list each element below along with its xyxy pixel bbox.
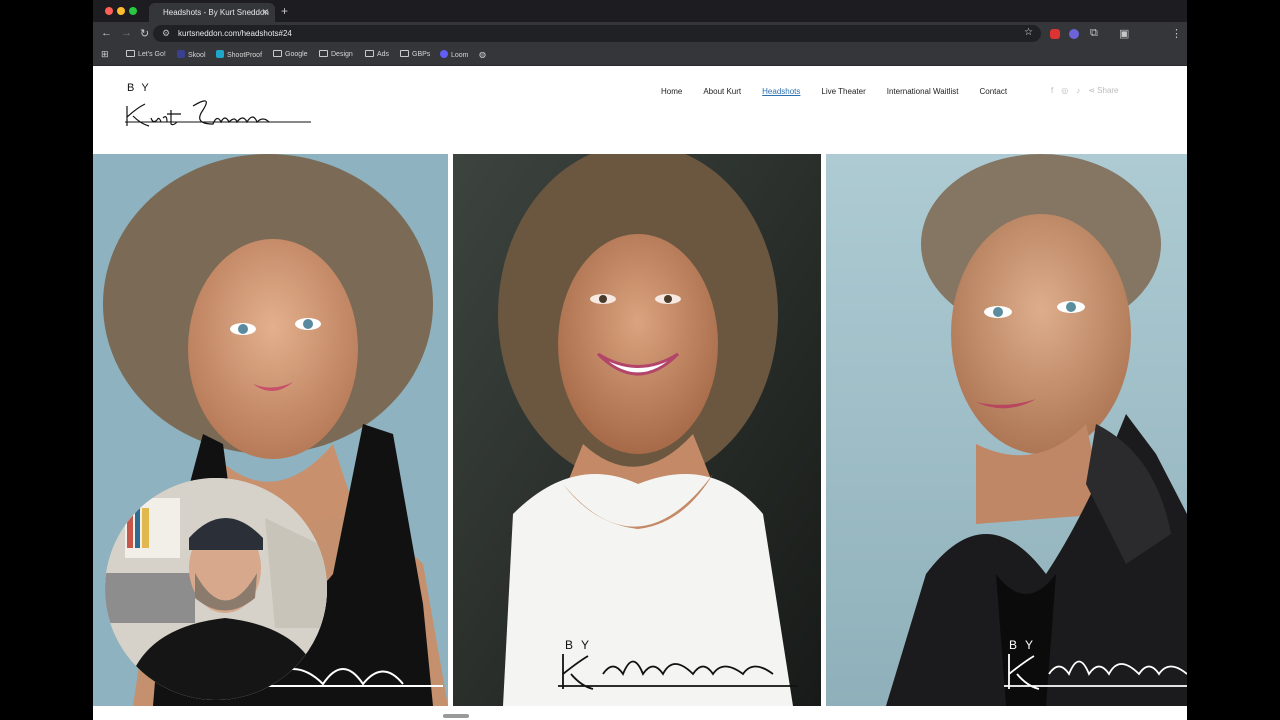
arrow-right-icon[interactable]: → — [121, 27, 132, 39]
zoom-window-button[interactable] — [129, 7, 137, 15]
signature-logo[interactable] — [123, 84, 318, 132]
bookmark-item[interactable]: Ads — [365, 50, 389, 58]
bookmarks-bar: ⊞ Let's Go! Skool ShootProof Google Desi… — [93, 45, 1187, 66]
folder-icon — [319, 50, 328, 57]
headshot-photo-1[interactable] — [93, 154, 448, 706]
tab-bar: Headshots - By Kurt Sneddon ✕ + — [93, 0, 1187, 22]
reload-icon[interactable]: ↻ — [140, 27, 149, 40]
webcam-overlay — [105, 478, 327, 700]
extension-icon[interactable] — [1050, 29, 1060, 39]
share-icon: ⋖ — [1088, 86, 1098, 95]
headshot-image: BY — [453, 154, 821, 706]
bookmark-item[interactable]: Let's Go! — [126, 50, 166, 58]
address-bar[interactable]: ⚙ kurtsneddon.com/headshots#24 ☆ — [153, 25, 1041, 42]
instagram-icon[interactable]: ◎ — [1061, 86, 1068, 95]
extension-icon[interactable] — [1069, 29, 1079, 39]
nav-home[interactable]: Home — [661, 87, 682, 96]
bookmark-item[interactable]: Design — [319, 50, 353, 58]
tab-headshots[interactable]: Headshots - By Kurt Sneddon ✕ — [149, 3, 275, 22]
loom-icon — [440, 50, 448, 58]
page-bottom — [93, 706, 1187, 720]
main-nav: Home About Kurt Headshots Live Theater I… — [661, 87, 1007, 96]
bookmark-item[interactable]: Skool — [177, 50, 206, 59]
puzzle-icon[interactable]: ⧉ — [1090, 27, 1098, 40]
social-links: f ◎ ♪ ⋖ Share — [1051, 86, 1119, 95]
nav-contact[interactable]: Contact — [979, 87, 1007, 96]
horizontal-scrollbar[interactable] — [443, 714, 469, 718]
headshot-image: BY — [826, 154, 1187, 706]
close-icon[interactable]: ✕ — [261, 7, 269, 18]
skool-icon — [177, 50, 185, 58]
nav-headshots[interactable]: Headshots — [762, 87, 800, 96]
minimize-window-button[interactable] — [117, 7, 125, 15]
folder-icon — [400, 50, 409, 57]
share-button[interactable]: ⋖ Share — [1088, 86, 1118, 95]
tiktok-icon[interactable]: ♪ — [1076, 86, 1080, 95]
folder-icon — [365, 50, 374, 57]
site-info-icon[interactable]: ⚙ — [162, 28, 170, 39]
star-icon[interactable]: ☆ — [1024, 27, 1033, 38]
sidepanel-icon[interactable]: ▣ — [1119, 27, 1129, 40]
webcam-image — [105, 478, 327, 700]
url-text[interactable]: kurtsneddon.com/headshots#24 — [178, 29, 292, 38]
folder-icon — [126, 50, 135, 57]
globe-icon[interactable]: ◍ — [479, 50, 486, 59]
shootproof-icon — [216, 50, 224, 58]
watermark-by: BY — [565, 638, 597, 652]
bookmark-item[interactable]: Loom — [440, 50, 469, 59]
arrow-left-icon[interactable]: ← — [101, 27, 112, 39]
close-window-button[interactable] — [105, 7, 113, 15]
site-header: BY Home About Kurt Headshots Live Theate… — [93, 66, 1187, 154]
nav-international-waitlist[interactable]: International Waitlist — [887, 87, 959, 96]
headshot-photo-2[interactable]: BY — [453, 154, 821, 706]
browser-toolbar: ← → ↻ ⚙ kurtsneddon.com/headshots#24 ☆ ⧉… — [93, 22, 1187, 45]
nav-live-theater[interactable]: Live Theater — [821, 87, 865, 96]
new-tab-button[interactable]: + — [281, 4, 288, 18]
bookmark-item[interactable]: GBPs — [400, 50, 430, 58]
browser-window: Headshots - By Kurt Sneddon ✕ + ← → ↻ ⚙ … — [93, 0, 1187, 720]
watermark-by: BY — [1009, 638, 1041, 652]
bookmark-item[interactable]: Google — [273, 50, 308, 58]
facebook-icon[interactable]: f — [1051, 86, 1053, 95]
grid-icon[interactable]: ⊞ — [101, 49, 109, 60]
tab-title: Headshots - By Kurt Sneddon — [163, 8, 269, 17]
folder-icon — [273, 50, 282, 57]
nav-about-kurt[interactable]: About Kurt — [703, 87, 741, 96]
kebab-menu-icon[interactable]: ⋮ — [1171, 27, 1182, 40]
headshot-photo-3[interactable]: BY — [826, 154, 1187, 706]
bookmark-item[interactable]: ShootProof — [216, 50, 262, 59]
